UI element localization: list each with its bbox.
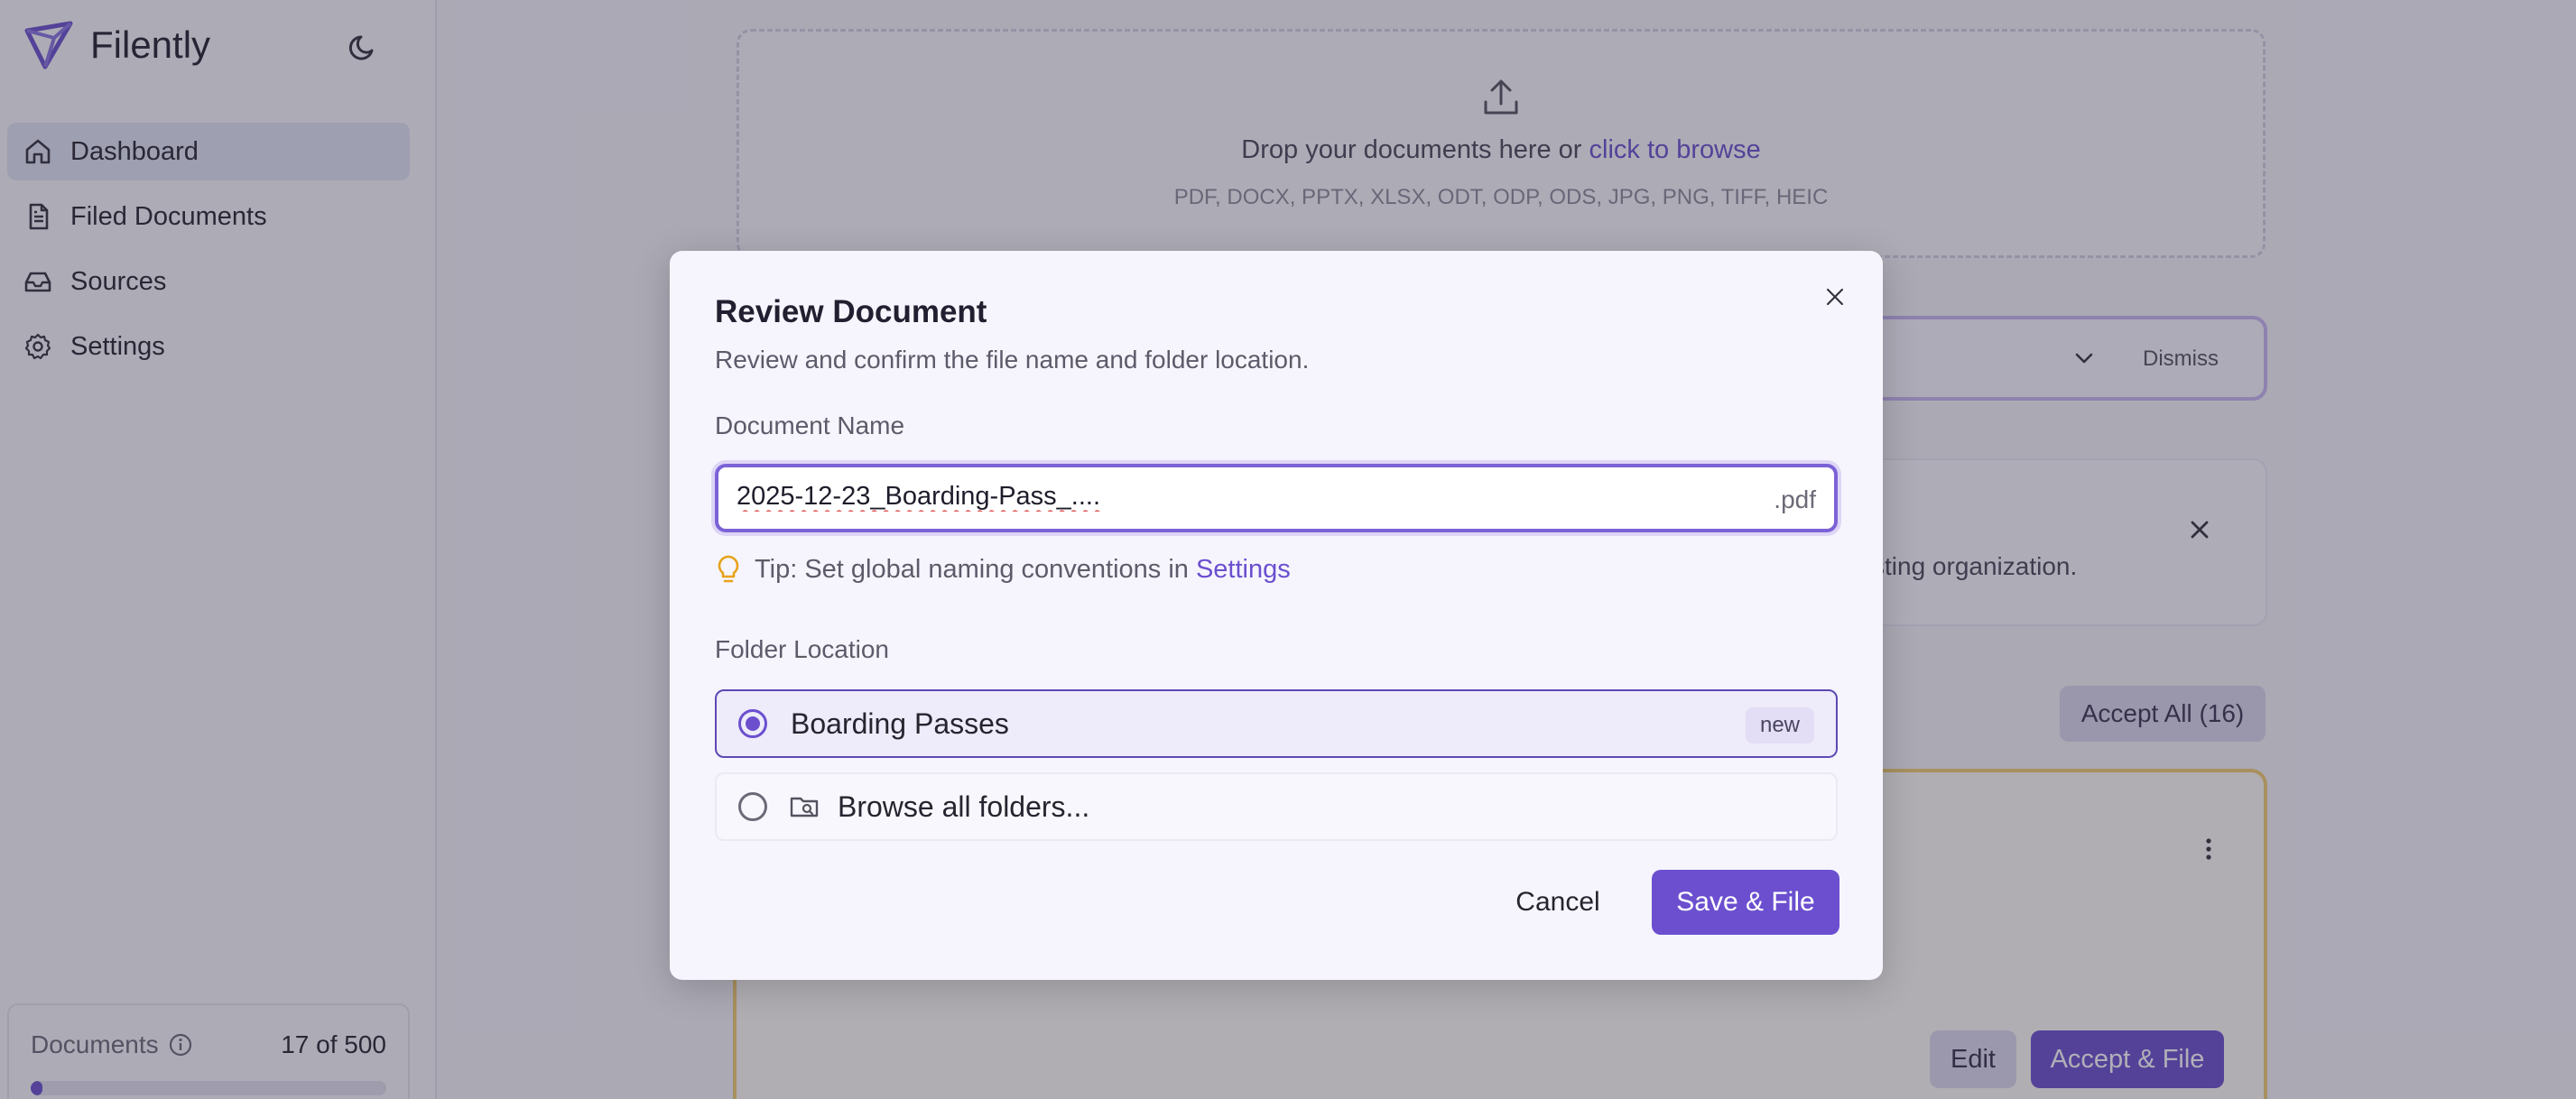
close-icon[interactable] [1821, 283, 1849, 310]
document-name-input[interactable] [737, 482, 1675, 512]
naming-tip: Tip: Set global naming conventions in Se… [715, 554, 1291, 585]
tip-text: Tip: Set global naming conventions in [755, 554, 1189, 584]
settings-link[interactable]: Settings [1196, 555, 1291, 585]
folder-option-label: Browse all folders... [838, 790, 1090, 823]
folder-option-boarding-passes[interactable]: Boarding Passes new [715, 689, 1838, 758]
new-folder-badge: new [1745, 707, 1814, 743]
folder-search-icon [790, 797, 819, 817]
document-name-field[interactable]: .pdf [715, 464, 1838, 532]
folder-option-label: Boarding Passes [791, 706, 1009, 740]
dialog-title: Review Document [715, 294, 987, 329]
dialog-subtitle: Review and confirm the file name and fol… [715, 346, 1310, 374]
document-name-label: Document Name [715, 411, 905, 439]
lightbulb-icon [718, 555, 739, 583]
cancel-button[interactable]: Cancel [1504, 870, 1612, 935]
save-and-file-button[interactable]: Save & File [1652, 870, 1839, 935]
file-extension: .pdf [1774, 485, 1816, 513]
folder-location-label: Folder Location [715, 635, 890, 663]
review-document-dialog: Review Document Review and confirm the f… [670, 251, 1883, 980]
radio-unselected[interactable] [738, 792, 767, 821]
radio-selected[interactable] [738, 709, 767, 738]
folder-option-browse[interactable]: Browse all folders... [715, 772, 1838, 841]
